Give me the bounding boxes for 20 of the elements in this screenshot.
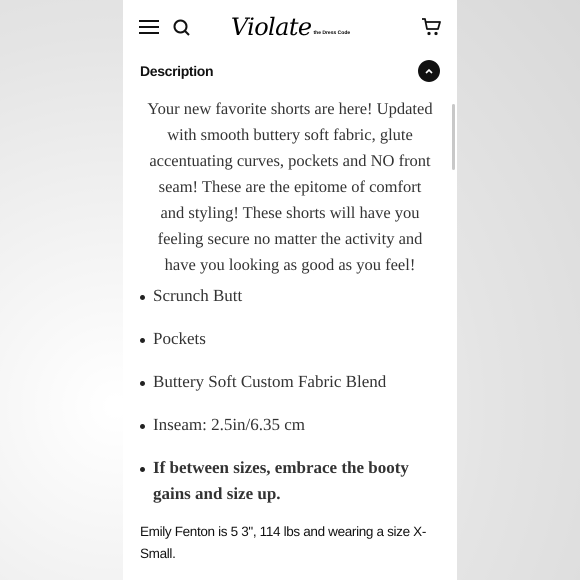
chevron-up-icon [425,68,433,74]
search-icon[interactable] [173,18,190,36]
bullet-text: Buttery Soft Custom Fabric Blend [153,371,386,393]
bullet-text: Pockets [153,328,206,350]
bullet-text: Scrunch Butt [153,285,242,307]
cart-icon[interactable] [421,18,441,36]
bullet-text: Inseam: 2.5in/6.35 cm [153,414,306,436]
menu-icon[interactable] [139,20,159,34]
bullet-icon [140,424,145,429]
logo[interactable]: Violate [230,15,312,39]
bullet-text: If between sizes, embrace the booty gains and size up. [153,457,410,505]
bullet-icon [140,467,145,472]
model-note: Emily Fenton is 5 3", 114 lbs and wearing a size X-Small. [139,523,427,563]
description-text: Your new favorite shorts are here! Updated with smooth buttery soft fabric, glute accentuating curves, pockets and NO front seam! These are the epitome of comfort and styling! These shorts will have you feeling secure no matter the activity and have you looking as good as you feel! [146,98,434,276]
section-title[interactable]: Description [140,60,214,82]
bullet-icon [140,295,145,300]
bullet-icon [140,381,145,386]
collapse-button[interactable] [418,60,440,82]
bullet-icon [140,338,145,343]
scrollbar[interactable] [452,104,455,170]
